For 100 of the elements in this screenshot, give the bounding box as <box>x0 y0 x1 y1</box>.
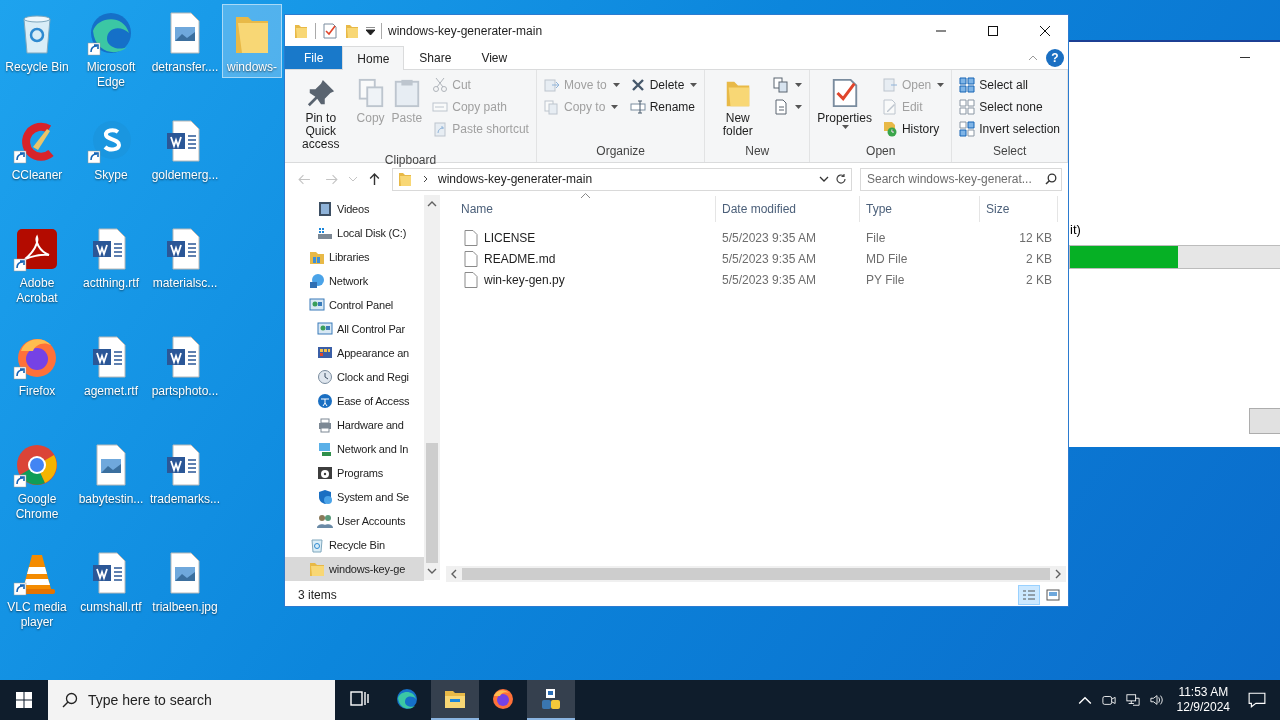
notification-icon[interactable] <box>1248 691 1266 709</box>
taskbar-app-button[interactable] <box>527 680 575 720</box>
nav-item[interactable]: Clock and Regi <box>285 365 424 389</box>
file-name[interactable]: win-key-gen.py <box>484 272 565 287</box>
minimize-icon[interactable] <box>1240 57 1250 59</box>
library-icon <box>309 249 325 265</box>
file-type: PY File <box>866 272 905 287</box>
file-size: 12 KB <box>1019 230 1052 245</box>
ribbon-button[interactable]: Delete <box>626 74 701 96</box>
ribbon-button[interactable]: Properties <box>814 74 875 144</box>
ribbon-button[interactable]: Invert selection <box>956 118 1063 140</box>
scissors-icon <box>432 77 449 93</box>
clock-icon <box>317 369 333 385</box>
nav-item[interactable]: System and Se <box>285 485 424 509</box>
ribbon-button[interactable]: Select none <box>956 96 1063 118</box>
nav-item[interactable]: Recycle Bin <box>285 533 424 557</box>
folder-icon <box>293 22 309 39</box>
nav-item[interactable]: Control Panel <box>285 293 424 317</box>
vertical-scrollbar[interactable] <box>424 195 440 580</box>
app-icon <box>539 687 563 711</box>
nav-item[interactable]: Network and In <box>285 437 424 461</box>
folder-icon <box>309 561 325 577</box>
column-header[interactable]: Type <box>860 196 980 222</box>
camera-icon[interactable] <box>1101 693 1116 707</box>
copy-to-icon <box>543 99 560 115</box>
nav-item[interactable]: User Accounts <box>285 509 424 533</box>
nav-item[interactable]: Programs <box>285 461 424 485</box>
properties-icon[interactable] <box>322 22 338 39</box>
up-arrow-icon[interactable] <box>368 172 381 186</box>
desktop-item[interactable]: trialbeen.jpg <box>148 544 222 618</box>
column-header[interactable]: Date modified <box>716 196 860 222</box>
recycle-bin-icon <box>309 537 325 553</box>
group-label: Organize <box>595 144 646 160</box>
ribbon-button[interactable]: New folder <box>709 74 767 144</box>
palette-icon <box>317 345 333 361</box>
maximize-icon <box>988 25 998 36</box>
network-icon <box>309 273 325 289</box>
nav-item[interactable]: Ease of Access <box>285 389 424 413</box>
ribbon-button[interactable]: Pin to Quick access <box>289 74 353 153</box>
file-name[interactable]: LICENSE <box>484 230 536 245</box>
control-panel-icon <box>317 321 333 337</box>
dropdown-icon[interactable] <box>366 26 375 35</box>
open-icon <box>881 77 898 93</box>
film-icon <box>317 201 333 217</box>
folder-icon <box>397 171 413 187</box>
list-icon <box>1022 589 1036 601</box>
new-item-icon <box>773 77 790 93</box>
search-icon <box>1045 173 1057 185</box>
taskbar-search-field[interactable]: Type here to search <box>48 680 335 720</box>
date-modified: 5/5/2023 9:35 AM <box>722 272 817 287</box>
file-icon <box>464 229 478 246</box>
drive-icon <box>317 225 333 241</box>
easy-access-icon <box>773 99 790 115</box>
file-icon <box>464 271 478 288</box>
ribbon-button[interactable]: Select all <box>956 74 1063 96</box>
volume-icon[interactable] <box>1149 693 1164 707</box>
column-header[interactable]: Name <box>455 196 716 222</box>
column-header[interactable]: Size <box>980 196 1058 222</box>
group-label: Clipboard <box>383 153 438 167</box>
nav-item[interactable]: Local Disk (C:) <box>285 221 424 245</box>
ribbon-button[interactable]: History <box>878 118 948 140</box>
file-size: 2 KB <box>1026 272 1052 287</box>
nav-item[interactable]: All Control Par <box>285 317 424 341</box>
refresh-icon[interactable] <box>835 173 847 185</box>
search-field[interactable]: Search windows-key-generat... <box>860 167 1062 191</box>
date-modified: 5/5/2023 9:35 AM <box>722 251 817 266</box>
nav-item[interactable]: Videos <box>285 197 424 221</box>
group-label: New <box>744 144 771 160</box>
nav-item[interactable]: Hardware and <box>285 413 424 437</box>
file-name[interactable]: README.md <box>484 251 556 266</box>
group-label: Open <box>865 144 897 160</box>
nav-item[interactable]: Appearance an <box>285 341 424 365</box>
nav-item[interactable]: Libraries <box>285 245 424 269</box>
nav-item[interactable]: windows-key-ge <box>285 557 424 581</box>
nav-item[interactable]: Network <box>285 269 424 293</box>
clock[interactable]: 11:53 AM 12/9/2024 <box>1168 680 1238 720</box>
ribbon-button[interactable]: Rename <box>626 96 701 118</box>
select-none-icon <box>959 99 976 115</box>
rename-icon <box>629 99 646 115</box>
horizontal-scrollbar[interactable] <box>446 566 1066 582</box>
file-icon <box>464 250 478 267</box>
file-menu-button[interactable]: File <box>285 46 343 69</box>
taskbar-app-button[interactable] <box>431 680 479 720</box>
help-button[interactable]: ? <box>1046 48 1064 67</box>
delete-icon <box>629 77 646 93</box>
group-label: Select <box>991 144 1028 160</box>
item-count: 3 items <box>298 588 337 602</box>
history-icon <box>881 121 898 137</box>
search-icon <box>62 692 78 708</box>
fox-globe-icon <box>491 687 515 711</box>
address-bar[interactable]: windows-key-generater-main <box>392 167 852 191</box>
chevron-down-icon[interactable] <box>819 176 829 182</box>
network-icon[interactable] <box>1125 693 1140 707</box>
dialog-text: it) <box>1070 222 1081 237</box>
ribbon-tab[interactable]: View <box>466 46 523 69</box>
move-icon <box>543 77 560 93</box>
path-icon <box>432 99 449 115</box>
ribbon-tab[interactable]: Home <box>342 46 405 70</box>
chevron-right-icon[interactable] <box>423 175 428 183</box>
ribbon-tab[interactable]: Share <box>404 46 467 69</box>
